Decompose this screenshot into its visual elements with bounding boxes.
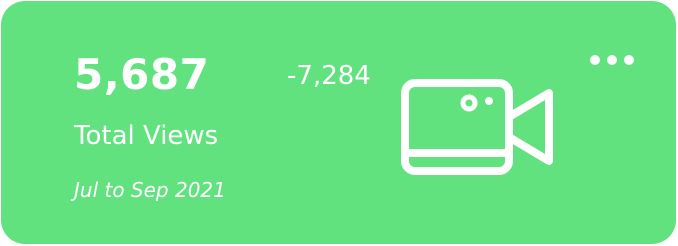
more-options-button[interactable] <box>583 45 641 75</box>
views-count: 5,687 <box>74 50 210 99</box>
views-change: -7,284 <box>287 61 371 91</box>
metric-label: Total Views <box>74 121 219 151</box>
date-range: Jul to Sep 2021 <box>74 178 226 202</box>
total-views-card: 5,687 -7,284 Total Views Jul to Sep 2021 <box>1 1 676 244</box>
more-dots-icon <box>590 55 634 65</box>
video-camera-icon <box>399 77 555 177</box>
